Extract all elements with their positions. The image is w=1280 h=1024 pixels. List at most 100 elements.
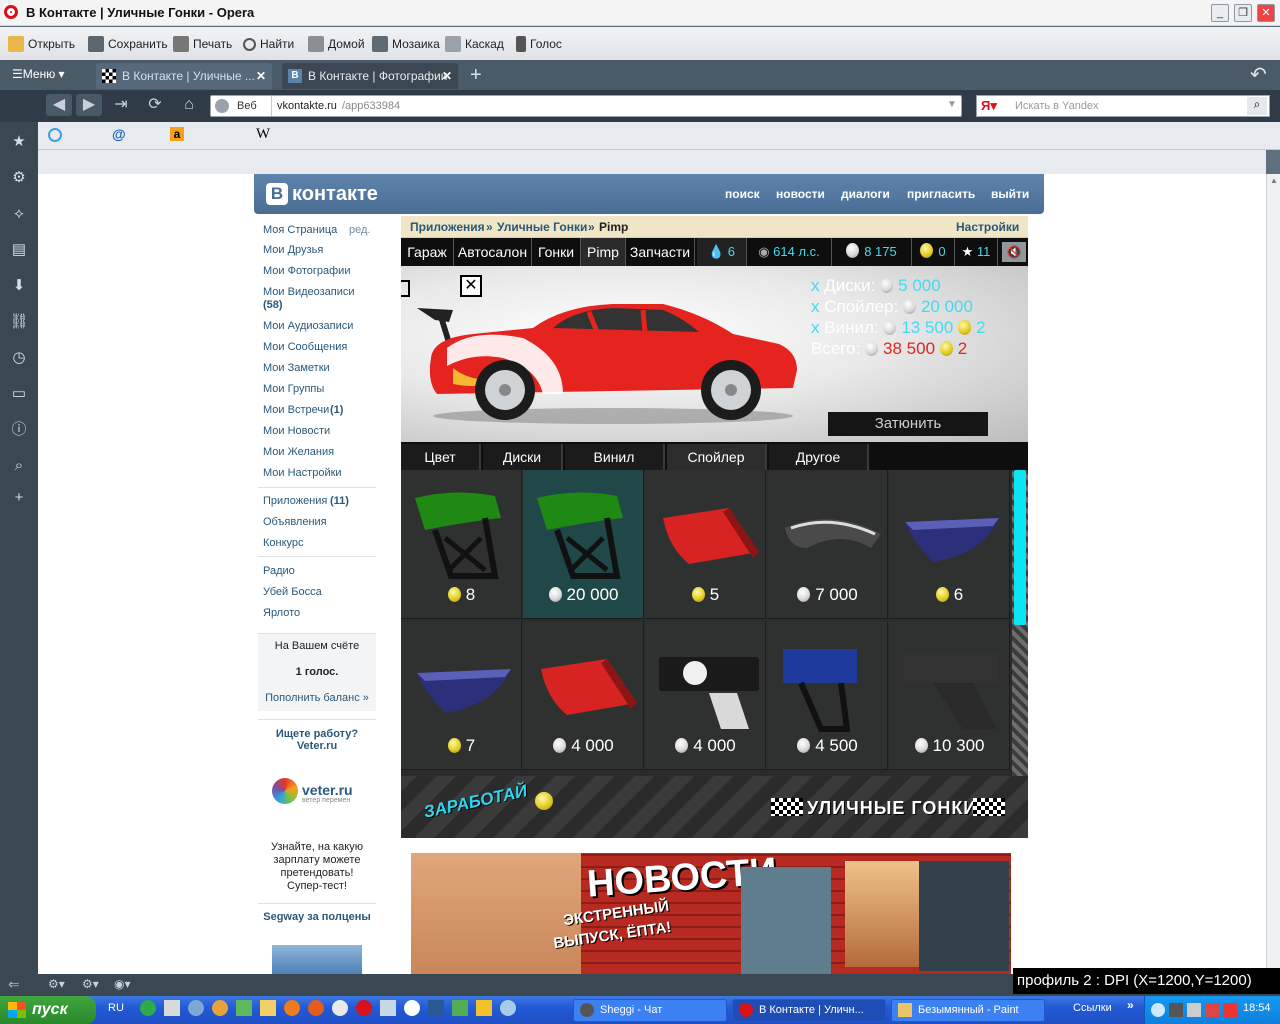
segway-image[interactable]	[272, 945, 362, 974]
subtab-disks[interactable]: Диски	[483, 444, 563, 470]
menu-friends[interactable]: Мои Друзья	[263, 244, 323, 257]
close-tab-icon[interactable]: ✕	[256, 63, 266, 89]
part-item[interactable]: 8	[401, 470, 522, 619]
mosaic-button[interactable]: Мозаика	[372, 35, 440, 53]
icq-icon[interactable]	[140, 1000, 156, 1016]
bookmark-globe-icon[interactable]	[48, 128, 62, 142]
menu-kill-boss[interactable]: Убей Босса	[263, 586, 322, 599]
find-button[interactable]: Найти	[243, 35, 294, 53]
subtab-spoiler[interactable]: Спойлер	[667, 444, 767, 470]
firefox-icon[interactable]	[284, 1000, 300, 1016]
promo-segway-title[interactable]: Segway за полцены	[262, 911, 372, 924]
back-button[interactable]: ◀	[46, 94, 72, 116]
trash-undo-icon[interactable]: ↶	[1250, 62, 1267, 87]
menu-ads[interactable]: Объявления	[263, 516, 327, 529]
promo-job-title[interactable]: Ищете работу? Veter.ru	[262, 728, 372, 752]
download-icon[interactable]: ⬇	[9, 276, 29, 296]
part-item[interactable]: 5	[645, 470, 766, 619]
subtab-color[interactable]: Цвет	[401, 444, 481, 470]
menu-notes[interactable]: Мои Заметки	[263, 362, 330, 375]
tab-photos[interactable]: B В Контакте | Фотографии ✕	[282, 63, 458, 89]
menu-wishes[interactable]: Мои Желания	[263, 446, 334, 459]
remove-spoiler-button[interactable]: x	[811, 297, 820, 316]
scroll-up-icon[interactable]: ▲	[1270, 176, 1278, 185]
page-scrollbar[interactable]: ▲	[1266, 174, 1280, 974]
menu-my-page[interactable]: Моя Страница	[263, 224, 337, 237]
app-icon[interactable]	[332, 1000, 348, 1016]
part-item[interactable]: 6	[889, 470, 1010, 619]
subtab-vinyl[interactable]: Винил	[565, 444, 665, 470]
notes-icon[interactable]: ▤	[9, 240, 29, 260]
menu-apps[interactable]: Приложения	[263, 495, 327, 508]
menu-radio[interactable]: Радио	[263, 565, 295, 578]
tune-button[interactable]: Затюнить	[828, 412, 988, 436]
tab-garage[interactable]: Гараж	[401, 238, 454, 266]
open-button[interactable]: Открыть	[8, 35, 75, 53]
app-settings-link[interactable]: Настройки	[956, 220, 1019, 234]
earn-link[interactable]: ЗАРАБОТАЙ	[422, 781, 529, 822]
app-icon[interactable]	[260, 1000, 276, 1016]
tab-dealership[interactable]: Автосалон	[454, 238, 532, 266]
folder-icon[interactable]: ▭	[9, 384, 29, 404]
gear-icon[interactable]: ⚙	[9, 168, 29, 188]
subtab-other[interactable]: Другое	[769, 444, 869, 470]
close-preview-icon[interactable]: ✕	[460, 275, 482, 297]
app-icon[interactable]	[452, 1000, 468, 1016]
home-button[interactable]: Домой	[308, 35, 365, 53]
breadcrumb-apps[interactable]: Приложения	[410, 220, 485, 234]
tab-races[interactable]: Гонки	[532, 238, 581, 266]
language-indicator[interactable]: RU	[108, 1002, 124, 1014]
menu-edit-link[interactable]: ред.	[349, 224, 370, 237]
menu-events[interactable]: Мои Встречи	[263, 404, 329, 417]
part-item[interactable]: 20 000	[523, 470, 644, 619]
opera-icon[interactable]	[356, 1000, 372, 1016]
links-toolbar[interactable]: Ссылки	[1073, 1002, 1112, 1014]
chevron-down-icon[interactable]: ▼	[947, 99, 957, 110]
menu-videos[interactable]: Мои Видеозаписи	[263, 286, 355, 299]
news-ad-banner[interactable]: НОВОСТИ ЭКСТРЕННЫЙ ВЫПУСК, ЁПТА!	[411, 850, 1011, 974]
vk-nav-logout[interactable]: выйти	[991, 187, 1029, 201]
promo-salary-text[interactable]: Узнайте, на какую зарплату можете претен…	[262, 841, 372, 893]
search-go-icon[interactable]: ⌕	[1247, 97, 1267, 115]
remove-vinyl-button[interactable]: x	[811, 318, 820, 337]
vk-nav-invite[interactable]: пригласить	[907, 187, 975, 201]
tab-street-racing[interactable]: В Контакте | Уличные ... ✕	[96, 63, 272, 89]
veter-name[interactable]: veter.ru	[302, 782, 353, 798]
app-icon[interactable]	[164, 1000, 180, 1016]
vk-nav-news[interactable]: новости	[776, 187, 825, 201]
save-button[interactable]: Сохранить	[88, 35, 168, 53]
print-button[interactable]: Печать	[173, 35, 232, 53]
maximize-button[interactable]: ❐	[1234, 4, 1252, 22]
reload-button[interactable]: ⟳	[142, 94, 168, 116]
bookmark-amazon-icon[interactable]: a	[170, 127, 184, 141]
menu-groups[interactable]: Мои Группы	[263, 383, 324, 396]
turbo-icon[interactable]: ⚙▾	[48, 977, 65, 991]
minimize-button[interactable]: _	[1211, 4, 1229, 22]
tray-app-icon[interactable]	[1205, 1003, 1219, 1017]
links-icon[interactable]: ⛓	[9, 312, 29, 332]
part-item[interactable]: 7	[401, 621, 522, 770]
links-expand-icon[interactable]: »	[1127, 998, 1134, 1012]
taskbar-opera[interactable]: В Контакте | Уличн...	[732, 999, 886, 1022]
antivirus-icon[interactable]	[1223, 1003, 1237, 1017]
search-icon[interactable]: ⌕	[9, 456, 29, 476]
word-icon[interactable]	[428, 1000, 444, 1016]
menu-messages[interactable]: Мои Сообщения	[263, 341, 347, 354]
sound-mute-icon[interactable]: 🔇	[1002, 242, 1026, 262]
close-tab-icon[interactable]: ✕	[442, 63, 452, 89]
vk-logo[interactable]: Bконтакте	[266, 181, 378, 207]
add-panel-icon[interactable]: +	[9, 488, 29, 508]
url-field[interactable]: Веб vkontakte.ru /app633984 ▼	[210, 95, 962, 117]
history-clock-icon[interactable]: ◷	[9, 348, 29, 368]
menu-news[interactable]: Мои Новости	[263, 425, 330, 438]
app-icon[interactable]	[500, 1000, 516, 1016]
vk-nav-dialogs[interactable]: диалоги	[841, 187, 890, 201]
menu-audio[interactable]: Мои Аудиозаписи	[263, 320, 353, 333]
breadcrumb-game[interactable]: Уличные Гонки	[497, 220, 587, 234]
app-icon[interactable]	[476, 1000, 492, 1016]
part-item[interactable]: 4 000	[523, 621, 644, 770]
media-icon[interactable]	[404, 1000, 420, 1016]
browser-icon[interactable]	[188, 1000, 204, 1016]
tray-expand-icon[interactable]	[1151, 1003, 1165, 1017]
unite-icon[interactable]: ⚙▾	[82, 977, 99, 991]
